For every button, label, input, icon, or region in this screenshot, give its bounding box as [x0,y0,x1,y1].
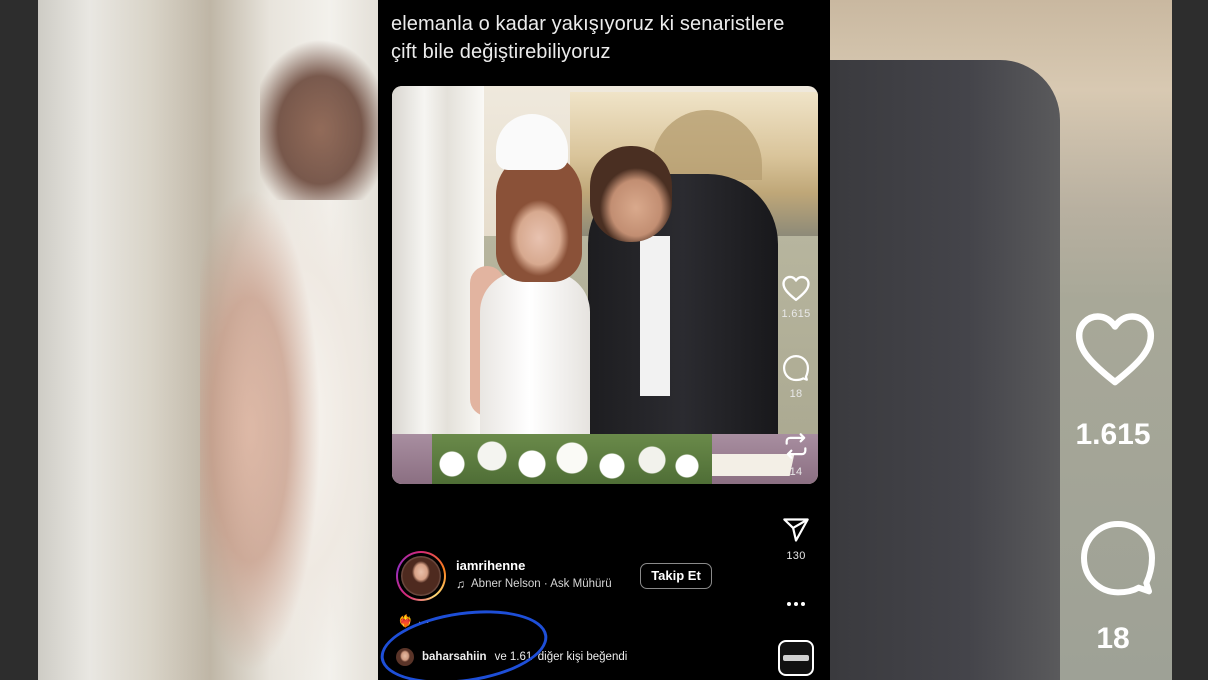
repost-icon [785,433,807,459]
audio-thumbnail[interactable] [778,640,814,676]
background-heart-icon [1075,313,1155,386]
blurred-background-left [0,0,380,680]
background-like-count: 1.615 [1075,418,1151,451]
repost-count: 14 [789,466,803,478]
send-icon [783,518,809,542]
blurred-bride [200,150,320,680]
like-count: 1.615 [781,308,811,320]
groom-head [590,146,672,242]
more-icon[interactable] [784,596,808,612]
share-button[interactable]: 130 [776,516,816,562]
letterbox-left [0,0,38,680]
groom-shirt [640,236,670,396]
reel-screenshot: 1.615 18 elemanla o kadar yakışıyoruz ki… [0,0,1208,680]
bride-head [496,152,582,282]
comment-count: 18 [789,388,803,400]
share-count: 130 [786,550,806,562]
music-note-icon: ♫ [456,577,465,591]
bride-hat [496,114,568,170]
profile-username[interactable]: iamrihenne [456,558,525,573]
comment-button[interactable]: 18 [776,354,816,400]
repost-button[interactable]: 14 [776,432,816,478]
heart-icon [782,275,810,302]
profile-avatar[interactable] [396,551,446,601]
post-caption: elemanla o kadar yakışıyoruz ki senarist… [391,13,785,63]
letterbox-right [1172,0,1208,680]
post-image[interactable] [392,86,818,484]
white-flowers [432,434,712,484]
follow-button[interactable]: Takip Et [640,563,712,589]
avatar-image [401,556,441,596]
like-button[interactable]: 1.615 [776,274,816,320]
background-comment-icon [1081,521,1155,596]
background-comment-count: 18 [1096,622,1130,655]
reel-panel: elemanla o kadar yakışıyoruz ki senarist… [378,0,830,680]
comment-bubble-icon [782,354,810,382]
blurred-groom [830,60,1060,680]
music-track: Abner Nelson · Ask Mühürü [471,578,612,590]
music-info[interactable]: ♫ Abner Nelson · Ask Mühürü [456,577,612,591]
